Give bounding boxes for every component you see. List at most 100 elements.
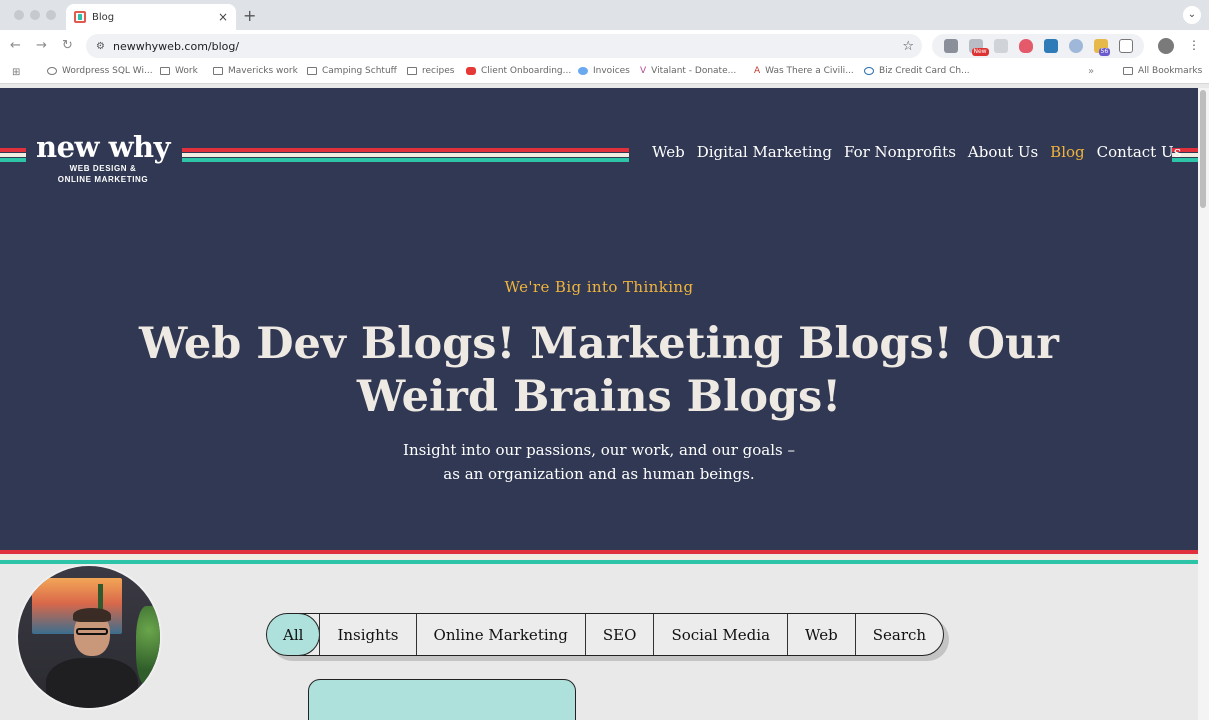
bookmark-biz-credit-card[interactable]: Biz Credit Card Ch...	[864, 66, 970, 76]
bookmark-label: Vitalant - Donate...	[651, 66, 737, 76]
section-divider-stripes	[0, 550, 1198, 565]
bookmark-label: Work	[175, 66, 198, 76]
extension-new-icon[interactable]: New	[968, 39, 989, 56]
nav-link-web[interactable]: Web	[652, 143, 685, 161]
blog-category-filter: All Insights Online Marketing SEO Social…	[266, 613, 945, 656]
window-minimize-dot[interactable]	[30, 10, 40, 20]
webcam-overlay	[16, 564, 162, 710]
a-icon: A	[754, 65, 761, 76]
webcam-person-body	[46, 658, 138, 708]
bookmark-label: All Bookmarks	[1138, 66, 1203, 76]
globe-icon	[47, 67, 57, 75]
vitalant-icon: V	[640, 65, 647, 76]
apps-grid-icon[interactable]: ⊞	[12, 67, 20, 78]
bookmark-label: Mavericks work	[228, 66, 298, 76]
extension-play-icon[interactable]	[1043, 39, 1058, 53]
extension-count-badge: 56	[1098, 48, 1111, 56]
extension-shield-icon[interactable]	[1018, 39, 1033, 53]
address-bar[interactable]: ⚙ newwhyweb.com/blog/ ☆	[86, 34, 922, 58]
extension-circle-icon[interactable]	[1068, 39, 1083, 53]
chase-icon	[864, 67, 874, 75]
webcam-plant	[136, 606, 160, 686]
youtube-icon	[466, 67, 476, 75]
bookmark-star-icon[interactable]: ☆	[902, 39, 914, 54]
reload-icon[interactable]: ↻	[62, 38, 73, 53]
bookmark-label: Client Onboarding...	[481, 66, 572, 76]
extension-new-badge: New	[971, 48, 989, 56]
extension-counter-icon[interactable]: 56	[1093, 39, 1111, 56]
tab-close-icon[interactable]: ×	[218, 10, 228, 24]
window-close-dot[interactable]	[14, 10, 24, 20]
web-page: new why WEB DESIGN & ONLINE MARKETING We…	[0, 88, 1198, 720]
url-text[interactable]: newwhyweb.com/blog/	[113, 40, 902, 53]
bookmark-vitalant[interactable]: V Vitalant - Donate...	[640, 66, 736, 76]
nav-link-for-nonprofits[interactable]: For Nonprofits	[844, 143, 956, 161]
site-favicon-icon	[74, 11, 86, 23]
bookmark-label: Biz Credit Card Ch...	[879, 66, 970, 76]
bookmarks-bar: ⊞ Wordpress SQL Wi... Work Mavericks wor…	[0, 62, 1209, 84]
filter-social-media[interactable]: Social Media	[653, 614, 787, 655]
extensions-puzzle-icon[interactable]	[1118, 39, 1133, 53]
bookmark-recipes[interactable]: recipes	[407, 66, 454, 76]
filter-insights[interactable]: Insights	[319, 614, 415, 655]
bookmark-label: recipes	[422, 66, 455, 76]
bookmark-client-onboarding[interactable]: Client Onboarding...	[466, 66, 571, 76]
filter-search[interactable]: Search	[854, 614, 943, 655]
site-settings-icon[interactable]: ⚙	[96, 41, 105, 52]
new-tab-icon[interactable]: +	[243, 6, 256, 25]
bookmark-label: Was There a Civili...	[765, 66, 854, 76]
bookmark-mavericks-work[interactable]: Mavericks work	[213, 66, 298, 76]
extension-reader-icon[interactable]	[993, 39, 1008, 53]
filter-online-marketing[interactable]: Online Marketing	[415, 614, 585, 655]
tab-title: Blog	[92, 11, 115, 23]
all-bookmarks[interactable]: All Bookmarks	[1123, 66, 1202, 76]
browser-tab-blog[interactable]: Blog ×	[66, 4, 236, 30]
filter-web[interactable]: Web	[787, 614, 855, 655]
nav-link-blog[interactable]: Blog	[1050, 143, 1084, 161]
extensions-area: New 56	[932, 34, 1144, 58]
header-stripes-left	[0, 148, 26, 162]
webcam-person-hair	[73, 608, 111, 622]
window-zoom-dot[interactable]	[46, 10, 56, 20]
nav-link-contact-us[interactable]: Contact Us	[1097, 143, 1182, 161]
bookmark-invoices[interactable]: Invoices	[578, 66, 630, 76]
bookmark-label: Invoices	[593, 66, 630, 76]
forward-icon[interactable]: →	[36, 38, 47, 53]
nav-link-about-us[interactable]: About Us	[968, 143, 1038, 161]
header-stripes-middle	[182, 148, 629, 162]
filter-all[interactable]: All	[267, 614, 321, 655]
folder-icon	[160, 67, 170, 75]
bookmark-wordpress-sql[interactable]: Wordpress SQL Wi...	[47, 66, 153, 76]
bookmark-work[interactable]: Work	[160, 66, 198, 76]
webcam-person-glasses	[76, 628, 108, 635]
browser-tab-bar: Blog × + ⌄	[0, 0, 1209, 30]
filter-seo[interactable]: SEO	[584, 614, 654, 655]
hero-headline: Web Dev Blogs! Marketing Blogs! Our Weir…	[139, 319, 1059, 422]
folder-icon	[213, 67, 223, 75]
bookmark-civilization[interactable]: A Was There a Civili...	[754, 66, 854, 76]
back-icon[interactable]: ←	[10, 38, 21, 53]
browser-menu-icon[interactable]: ⋮	[1188, 38, 1200, 52]
folder-icon	[307, 67, 317, 75]
browser-toolbar: ← → ↻ ⚙ newwhyweb.com/blog/ ☆ New 56 ⋮	[0, 30, 1209, 62]
site-logo[interactable]: new why WEB DESIGN & ONLINE MARKETING	[30, 132, 176, 184]
bookmark-camping-schtuff[interactable]: Camping Schtuff	[307, 66, 397, 76]
bookmark-label: Wordpress SQL Wi...	[62, 66, 153, 76]
logo-tagline-line-2: ONLINE MARKETING	[57, 175, 149, 184]
nav-link-digital-marketing[interactable]: Digital Marketing	[697, 143, 832, 161]
bookmarks-overflow-icon[interactable]: »	[1088, 66, 1094, 77]
page-scrollbar[interactable]	[1198, 88, 1209, 720]
logo-wordmark: new why	[36, 130, 171, 164]
scrollbar-thumb[interactable]	[1200, 90, 1206, 208]
extension-person-icon[interactable]	[943, 39, 958, 53]
bookmark-label: Camping Schtuff	[322, 66, 397, 76]
main-nav: Web Digital Marketing For Nonprofits Abo…	[652, 143, 1193, 161]
hero-lede: Insight into our passions, our work, and…	[403, 441, 795, 483]
hero-section: new why WEB DESIGN & ONLINE MARKETING We…	[0, 88, 1198, 550]
circle-icon	[578, 67, 588, 75]
tab-search-icon[interactable]: ⌄	[1183, 6, 1201, 24]
hero-eyebrow: We're Big into Thinking	[504, 278, 694, 296]
blog-post-card[interactable]	[308, 679, 576, 720]
profile-avatar[interactable]	[1158, 38, 1174, 54]
folder-icon	[407, 67, 417, 75]
